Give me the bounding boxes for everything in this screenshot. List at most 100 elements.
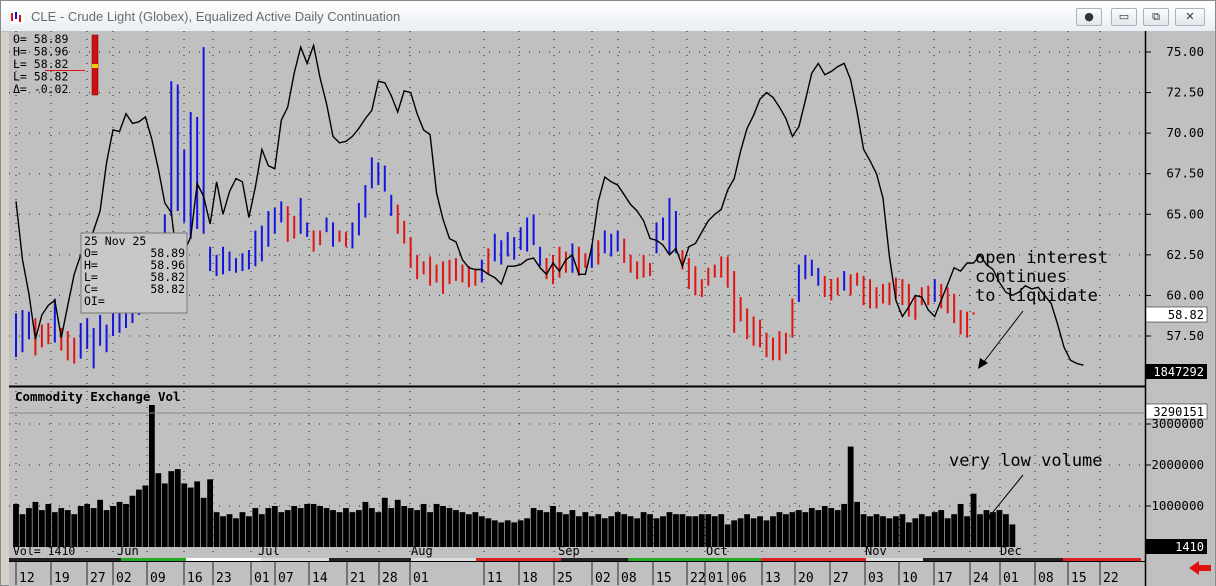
volume-bar [349, 512, 356, 547]
volume-bar [71, 514, 78, 547]
date-tick-label: 18 [522, 571, 538, 586]
volume-bar [957, 503, 964, 547]
volume-bar [556, 512, 563, 547]
close-button[interactable]: ✕ [1175, 8, 1205, 26]
volume-bar [841, 503, 848, 547]
date-tick-label: 17 [937, 571, 953, 586]
volume-bar [808, 508, 815, 547]
last-price-label: 58.82 [1168, 308, 1204, 322]
volume-bar [103, 510, 110, 547]
volume-bar [698, 514, 705, 547]
last-volume-label: 1410 [1175, 540, 1204, 554]
price-tick-label: 65.00 [1166, 206, 1204, 221]
volume-bar [770, 516, 776, 547]
volume-bar [97, 499, 104, 547]
volume-bar [634, 518, 641, 547]
range-indicator-mark [92, 64, 98, 68]
volume-bar [32, 501, 39, 547]
annotation-volume: very low volume [949, 451, 1103, 471]
volume-bar [912, 518, 919, 547]
volume-bar [867, 516, 873, 547]
volume-bar [51, 512, 58, 547]
volume-bar [336, 512, 343, 547]
volume-bar [575, 516, 582, 547]
ohlc-delta: Δ= -0.02 [13, 82, 68, 96]
price-tick-label: 75.00 [1166, 44, 1204, 59]
volume-bar [381, 497, 388, 547]
volume-bar [148, 405, 155, 547]
volume-bar [931, 512, 938, 547]
date-tick-label: 23 [216, 571, 232, 586]
volume-bar [64, 510, 71, 547]
volume-bar [472, 512, 479, 547]
chart-app-icon [10, 10, 24, 24]
volume-bar [388, 508, 395, 547]
date-tick-label: 02 [595, 571, 611, 586]
chart-canvas[interactable]: 75.00 72.50 70.00 67.50 65.00 62.50 60.00 57.50… [1, 31, 1215, 586]
date-tick-label: 22 [690, 571, 706, 586]
volume-bar [673, 514, 679, 547]
volume-bar [110, 506, 116, 547]
volume-bar [647, 514, 653, 547]
volume-bar [996, 510, 1003, 547]
volume-bar [258, 514, 265, 547]
window-title: CLE - Crude Light (Globex), Equalized Ac… [31, 9, 401, 24]
date-tick-label: 24 [973, 571, 989, 586]
date-tick-label: 19 [54, 571, 70, 586]
price-tick-label: 72.50 [1166, 85, 1204, 100]
volume-bar [1003, 514, 1009, 547]
volume-bar [478, 516, 485, 547]
month-label: Aug [411, 544, 433, 558]
volume-bar [660, 516, 666, 547]
volume-bar [401, 506, 408, 547]
volume-bar [802, 512, 809, 547]
volume-bar [252, 508, 259, 547]
date-tick-label: 09 [150, 571, 166, 586]
volume-bar [291, 506, 298, 547]
date-tick-label: 16 [187, 571, 203, 586]
volume-bar [174, 469, 181, 547]
date-tick-label: 15 [656, 571, 672, 586]
date-tick-label: 27 [90, 571, 106, 586]
max-volume-label: 3290151 [1153, 405, 1204, 419]
date-tick-label: 01 [254, 571, 270, 586]
date-tick-label: 11 [487, 571, 503, 586]
date-tick-label: 13 [765, 571, 781, 586]
month-label: Nov [865, 544, 887, 558]
date-tick-label: 25 [557, 571, 573, 586]
volume-bar [233, 518, 239, 547]
volume-bar [970, 493, 977, 547]
date-tick-label: 21 [350, 571, 366, 586]
volume-bar [407, 508, 414, 547]
volume-bar [466, 514, 472, 547]
volume-bar [440, 506, 446, 547]
month-label: Sep [558, 544, 580, 558]
volume-bar [692, 516, 699, 547]
volume-bar [750, 518, 757, 547]
volume-bar [420, 503, 427, 547]
volume-bar [187, 487, 194, 547]
minimize-button[interactable]: ▭ [1111, 8, 1137, 26]
record-button[interactable]: ● [1076, 8, 1102, 26]
volume-bar [828, 508, 835, 547]
volume-bar [504, 520, 511, 547]
volume-bar [550, 506, 556, 547]
volume-bar [116, 501, 123, 547]
volume-bar [886, 518, 893, 547]
volume-bar [356, 510, 362, 547]
volume-bar [783, 514, 789, 547]
volume-bar [944, 518, 951, 547]
volume-bar [517, 520, 524, 547]
volume-panel-title: Commodity Exchange Vol [15, 389, 181, 404]
chart-window: CLE - Crude Light (Globex), Equalized Ac… [0, 0, 1216, 586]
month-label: Jul [258, 544, 280, 558]
volume-tick-label: 1000000 [1151, 498, 1204, 513]
restore-button[interactable]: ⧉ [1143, 8, 1169, 26]
date-tick-label: 01 [413, 571, 429, 586]
volume-bar [614, 512, 621, 547]
date-tick-label: 06 [731, 571, 747, 586]
volume-bar [459, 512, 466, 547]
date-tick-label: 03 [868, 571, 884, 586]
volume-bar [45, 503, 52, 547]
tooltip-value: 58.82 [150, 282, 185, 296]
